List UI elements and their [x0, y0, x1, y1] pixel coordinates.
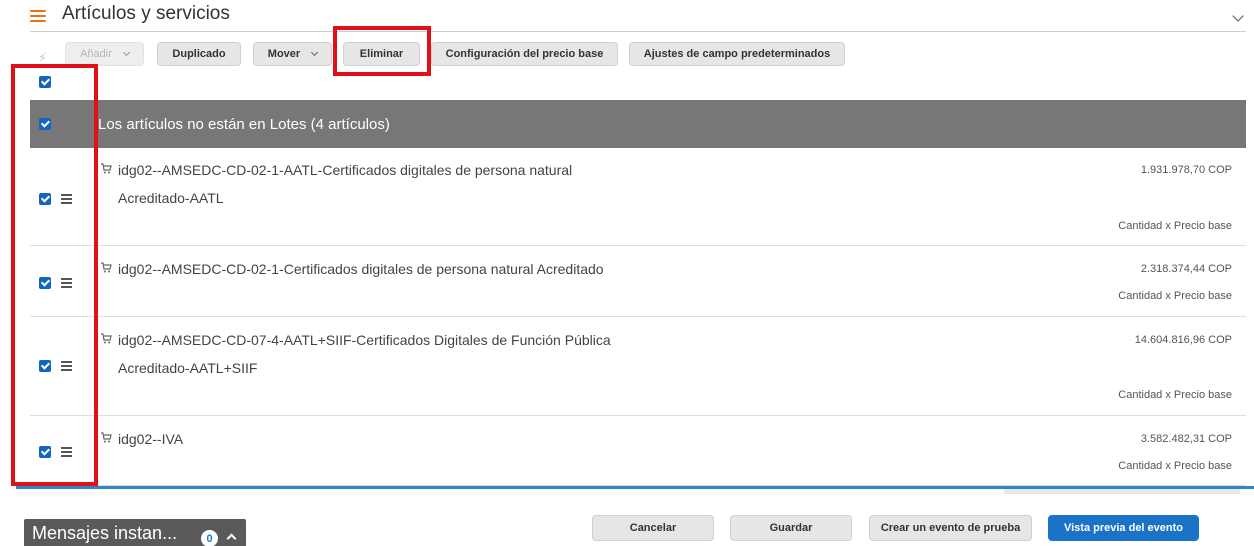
horizontal-scrollbar[interactable] — [1004, 489, 1240, 494]
delete-button-highlight — [333, 26, 431, 76]
item-name: idg02--AMSEDC-CD-02-1-AATL-Certificados … — [118, 162, 573, 178]
cart-icon — [101, 333, 112, 344]
checkbox-column-highlight — [11, 64, 98, 486]
instant-messages-panel[interactable]: Mensajes instan... 0 — [24, 519, 246, 546]
item-price: 14.604.816,96 COP — [1134, 334, 1232, 346]
item-price: 3.582.482,31 COP — [1140, 433, 1232, 445]
chevron-down-icon[interactable] — [1232, 10, 1244, 22]
instant-messages-label: Mensajes instan... — [32, 523, 178, 543]
message-count-badge: 0 — [201, 530, 218, 546]
chevron-down-icon — [311, 48, 319, 57]
save-button[interactable]: Guardar — [730, 515, 852, 541]
lot-header: Los artículos no están en Lotes (4 artíc… — [30, 100, 1246, 148]
create-test-event-label: Crear un evento de prueba — [880, 522, 1021, 534]
add-button-label: Añadir — [80, 48, 112, 60]
cart-icon — [101, 432, 112, 443]
item-name: idg02--IVA — [118, 431, 184, 447]
item-price: 1.931.978,70 COP — [1140, 164, 1232, 176]
table-row: idg02--AMSEDC-CD-02-1-Certificados digit… — [30, 247, 1246, 317]
duplicate-button[interactable]: Duplicado — [157, 42, 241, 66]
item-qty-formula: Cantidad x Precio base — [1118, 290, 1232, 302]
item-name: idg02--AMSEDC-CD-07-4-AATL+SIIF-Certific… — [118, 332, 611, 348]
lot-title: Los artículos no están en Lotes (4 artíc… — [98, 116, 390, 133]
base-price-config-label: Configuración del precio base — [445, 48, 604, 60]
move-button-label: Mover — [267, 48, 301, 60]
item-name-continued: Acreditado-AATL+SIIF — [118, 360, 258, 376]
event-preview-label: Vista previa del evento — [1063, 522, 1184, 534]
section-title: Artículos y servicios — [62, 3, 230, 24]
save-button-label: Guardar — [769, 522, 813, 534]
item-qty-formula: Cantidad x Precio base — [1118, 460, 1232, 472]
default-field-settings-button[interactable]: Ajustes de campo predeterminados — [629, 42, 845, 66]
section-header: Artículos y servicios — [30, 0, 1246, 32]
cancel-button[interactable]: Cancelar — [592, 515, 714, 541]
chevron-up-icon[interactable] — [226, 533, 237, 544]
item-name: idg02--AMSEDC-CD-02-1-Certificados digit… — [118, 261, 604, 277]
default-field-settings-label: Ajustes de campo predeterminados — [643, 48, 831, 60]
list-icon — [30, 10, 46, 24]
duplicate-button-label: Duplicado — [172, 48, 226, 60]
table-row: idg02--AMSEDC-CD-07-4-AATL+SIIF-Certific… — [30, 318, 1246, 416]
event-preview-button[interactable]: Vista previa del evento — [1048, 515, 1199, 541]
cart-icon — [101, 262, 112, 273]
item-qty-formula: Cantidad x Precio base — [1118, 389, 1232, 401]
table-row: idg02--IVA 3.582.482,31 COP Cantidad x P… — [30, 417, 1246, 486]
cart-icon — [101, 163, 112, 174]
cancel-button-label: Cancelar — [629, 522, 677, 534]
add-button[interactable]: Añadir — [65, 42, 144, 66]
item-qty-formula: Cantidad x Precio base — [1118, 220, 1232, 232]
item-name-continued: Acreditado-AATL — [118, 190, 224, 206]
item-price: 2.318.374,44 COP — [1140, 263, 1232, 275]
create-test-event-button[interactable]: Crear un evento de prueba — [869, 515, 1032, 541]
move-button[interactable]: Mover — [253, 42, 332, 66]
table-row: idg02--AMSEDC-CD-02-1-AATL-Certificados … — [30, 148, 1246, 246]
base-price-config-button[interactable]: Configuración del precio base — [431, 42, 618, 66]
chevron-down-icon — [122, 48, 130, 57]
